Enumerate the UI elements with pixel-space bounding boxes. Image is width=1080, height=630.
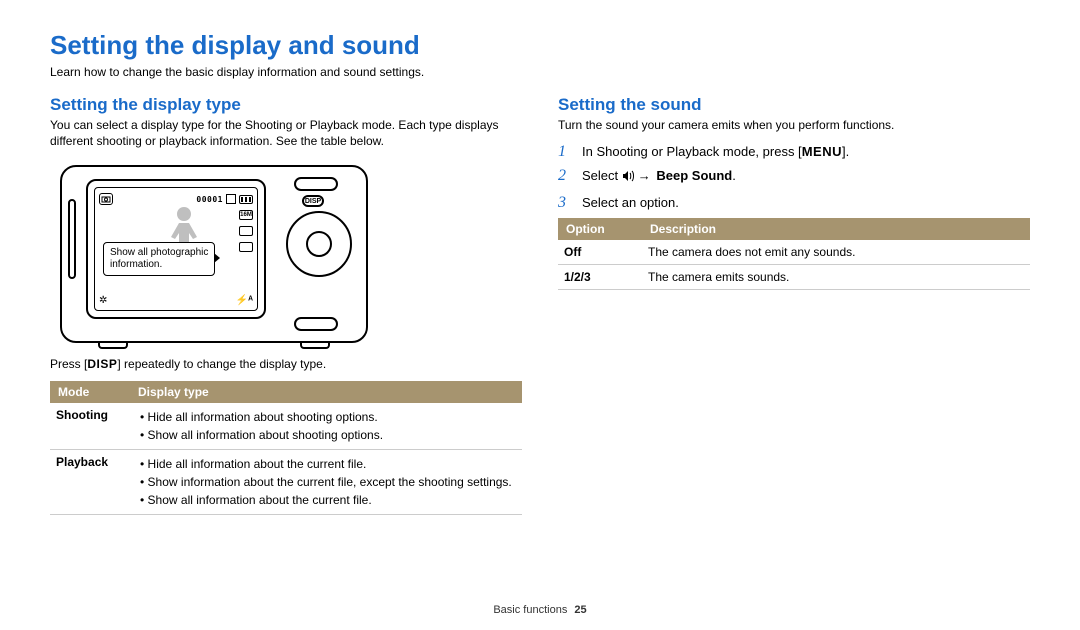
callout-line1: Show all photographic (110, 247, 208, 258)
col-mode: Mode (50, 381, 130, 403)
step-3: 3 Select an option. (558, 194, 1030, 212)
camera-foot-right (300, 343, 330, 349)
lcd-screen: 00001 16M (94, 187, 258, 311)
step-text-part: Select an option. (582, 194, 679, 212)
table-row: 1/2/3 The camera emits sounds. (558, 264, 1030, 289)
table-row: Off The camera does not emit any sounds. (558, 240, 1030, 265)
lcd-frame: 00001 16M (86, 179, 266, 319)
opt-off-desc: The camera does not emit any sounds. (642, 240, 1030, 265)
display-type-table: Mode Display type Shooting Hide all info… (50, 381, 522, 515)
opt-123: 1/2/3 (558, 264, 642, 289)
resolution-icon: 16M (239, 210, 253, 220)
opt-123-desc: The camera emits sounds. (642, 264, 1030, 289)
mode-shooting: Shooting (50, 403, 130, 450)
disp-key-label: DISP (87, 357, 117, 371)
list-item: Show information about the current file,… (140, 473, 516, 491)
section-desc-sound: Turn the sound your camera emits when yo… (558, 117, 1030, 133)
beep-sound-label: Beep Sound (656, 168, 732, 183)
step-text-part: ]. (842, 144, 849, 159)
step-1: 1 In Shooting or Playback mode, press [M… (558, 143, 1030, 161)
disp-button-icon: DISP (302, 195, 324, 207)
right-column: Setting the sound Turn the sound your ca… (558, 95, 1030, 515)
quality-icon (239, 226, 253, 236)
page-intro: Learn how to change the basic display in… (50, 65, 1030, 79)
footer-page-number: 25 (574, 604, 586, 616)
sound-option-table: Option Description Off The camera does n… (558, 218, 1030, 290)
camera-mode-icon (99, 193, 113, 205)
mode-playback: Playback (50, 450, 130, 515)
lcd-counter: 00001 (196, 195, 223, 204)
press-after: ] repeatedly to change the display type. (117, 357, 326, 371)
callout-line2: information. (110, 259, 162, 270)
footer-section-name: Basic functions (493, 604, 567, 616)
arrow-icon: → (638, 168, 651, 183)
list-item: Hide all information about shooting opti… (140, 408, 516, 426)
left-column: Setting the display type You can select … (50, 95, 522, 515)
step-text-part: Select (582, 168, 622, 183)
list-item: Show all information about shooting opti… (140, 426, 516, 444)
page-title: Setting the display and sound (50, 30, 1030, 61)
camera-strap-lug (68, 199, 76, 279)
speaker-icon (622, 169, 636, 187)
section-title-sound: Setting the sound (558, 95, 1030, 115)
lcd-right-icons: 16M (239, 210, 253, 252)
lcd-callout: Show all photographic information. (103, 242, 215, 276)
list: Hide all information about shooting opti… (136, 408, 516, 444)
battery-icon (239, 195, 253, 204)
opt-off: Off (558, 240, 642, 265)
steps-list: 1 In Shooting or Playback mode, press [M… (558, 143, 1030, 212)
page-footer: Basic functions 25 (0, 604, 1080, 616)
two-column-layout: Setting the display type You can select … (50, 95, 1030, 515)
step-number: 2 (558, 167, 572, 185)
step-number: 3 (558, 194, 572, 212)
camera-dpad (286, 211, 352, 277)
list: Hide all information about the current f… (136, 455, 516, 509)
list-item: Hide all information about the current f… (140, 455, 516, 473)
step-2: 2 Select → Beep Sound. (558, 167, 1030, 187)
press-disp-instruction: Press [DISP] repeatedly to change the di… (50, 357, 522, 371)
section-title-display-type: Setting the display type (50, 95, 522, 115)
camera-foot-left (98, 343, 128, 349)
stabilizer-icon: ✲ (99, 295, 107, 306)
metering-icon (239, 242, 253, 252)
col-display-type: Display type (130, 381, 522, 403)
section-desc-display-type: You can select a display type for the Sh… (50, 117, 522, 149)
list-item: Show all information about the current f… (140, 491, 516, 509)
press-before: Press [ (50, 357, 87, 371)
table-row: Shooting Hide all information about shoo… (50, 403, 522, 450)
col-description: Description (642, 218, 1030, 240)
step-text-part: . (732, 168, 736, 183)
step-text-part: In Shooting or Playback mode, press [ (582, 144, 802, 159)
step-number: 1 (558, 143, 572, 161)
sd-card-icon (226, 194, 236, 204)
manual-page: Setting the display and sound Learn how … (0, 0, 1080, 630)
table-row: Playback Hide all information about the … (50, 450, 522, 515)
flash-icon: ⚡ᴬ (236, 295, 253, 306)
col-option: Option (558, 218, 642, 240)
camera-illustration: DISP 00001 (54, 159, 374, 349)
camera-top-button (294, 177, 338, 191)
lcd-topbar: 00001 (99, 192, 253, 206)
menu-key-label: MENU (802, 144, 842, 159)
camera-bottom-button (294, 317, 338, 331)
